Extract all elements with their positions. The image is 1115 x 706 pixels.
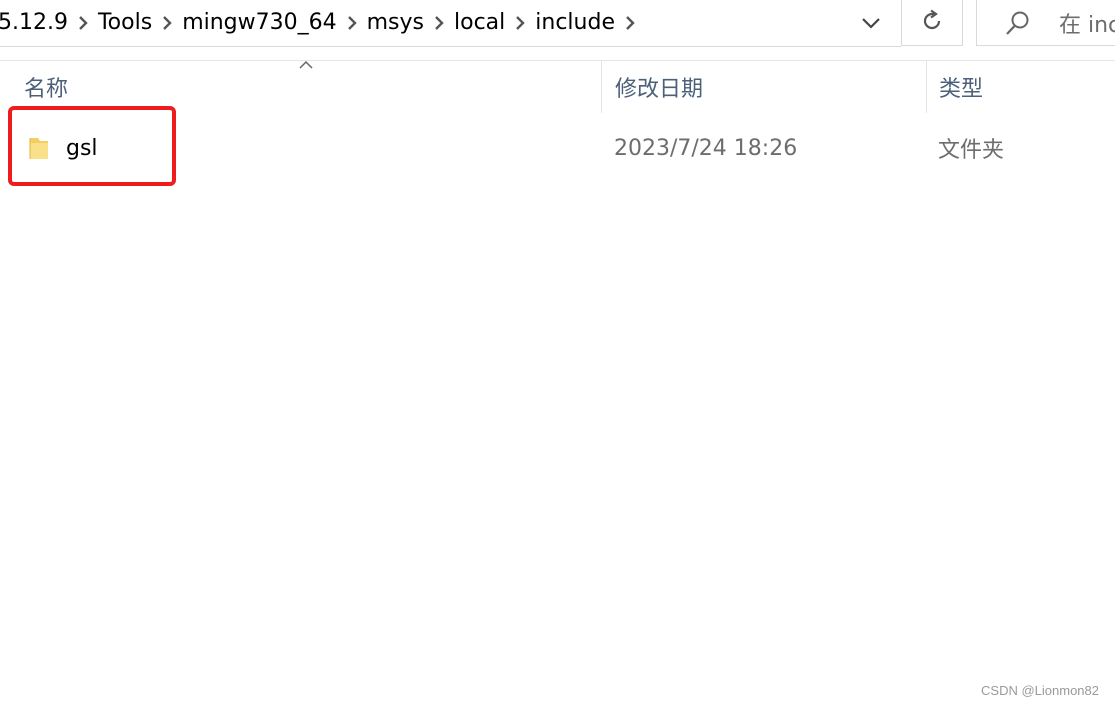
chevron-down-icon: [862, 14, 880, 33]
breadcrumb-item[interactable]: mingw730_64: [178, 0, 340, 46]
search-input[interactable]: 在 inc: [976, 0, 1115, 46]
chevron-right-icon[interactable]: [341, 0, 363, 46]
refresh-icon: [920, 9, 944, 37]
breadcrumb-item[interactable]: msys: [363, 0, 428, 46]
chevron-right-icon[interactable]: [619, 0, 641, 46]
refresh-button[interactable]: [901, 0, 963, 46]
breadcrumb-item[interactable]: include: [531, 0, 619, 46]
file-type: 文件夹: [938, 138, 1005, 163]
chevron-right-icon[interactable]: [72, 0, 94, 46]
search-icon: [1005, 10, 1031, 36]
address-bar[interactable]: 5.12.9 Tools mingw730_64 msys local incl…: [0, 0, 901, 47]
column-header-date-modified[interactable]: 修改日期: [601, 61, 926, 113]
chevron-right-icon[interactable]: [156, 0, 178, 46]
breadcrumb: 5.12.9 Tools mingw730_64 msys local incl…: [0, 0, 641, 46]
breadcrumb-item[interactable]: local: [450, 0, 509, 46]
watermark: CSDN @Lionmon82: [981, 683, 1099, 698]
column-header-label: 类型: [939, 77, 984, 102]
column-header-label: 名称: [24, 77, 69, 102]
chevron-right-icon[interactable]: [509, 0, 531, 46]
history-dropdown-button[interactable]: [842, 0, 900, 46]
chevron-right-icon[interactable]: [428, 0, 450, 46]
column-header-label: 修改日期: [615, 77, 704, 102]
breadcrumb-item[interactable]: 5.12.9: [0, 0, 72, 46]
column-header-type[interactable]: 类型: [926, 61, 1115, 113]
search-placeholder: 在 inc: [1059, 12, 1115, 38]
highlight-annotation: [8, 106, 176, 186]
breadcrumb-item[interactable]: Tools: [94, 0, 156, 46]
file-date-modified: 2023/7/24 18:26: [614, 135, 798, 161]
